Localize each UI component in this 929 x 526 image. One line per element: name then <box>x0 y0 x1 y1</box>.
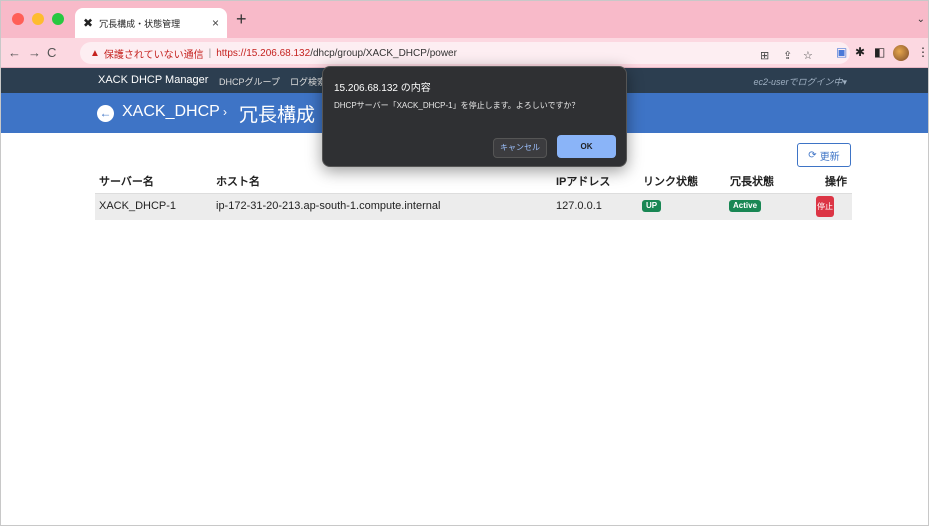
link-status-badge: UP <box>642 200 662 212</box>
side-panel-icon[interactable]: ◧ <box>874 45 885 59</box>
reload-icon[interactable]: C <box>47 45 56 60</box>
tab-search-icon[interactable]: ⌄ <box>917 14 925 25</box>
page-title: XACK_DHCP <box>122 103 220 120</box>
close-window-button[interactable] <box>12 13 24 25</box>
dialog-title: 15.206.68.132 の内容 <box>334 83 431 94</box>
profile-avatar[interactable] <box>893 45 909 61</box>
back-arrow-icon[interactable]: ← <box>8 45 21 60</box>
url-host: https://15.206.68.132 <box>216 47 311 59</box>
app-brand[interactable]: XACK DHCP Manager <box>98 74 208 86</box>
url-separator: | <box>208 47 212 59</box>
nav-log-search[interactable]: ログ検索 <box>290 75 326 88</box>
column-header-link: リンク状態 <box>643 176 698 188</box>
column-header-host: ホスト名 <box>216 176 260 188</box>
maximize-window-button[interactable] <box>52 13 64 25</box>
url-path: /dhcp/group/XACK_DHCP/power <box>310 47 457 59</box>
extension-icon[interactable]: ▣ <box>836 45 847 59</box>
ok-button[interactable]: OK <box>557 135 616 158</box>
cell-ip-address: 127.0.0.1 <box>556 200 602 212</box>
tools-icon: ✖ <box>83 16 94 30</box>
stop-server-button[interactable]: 停止 <box>816 196 834 217</box>
column-header-action: 操作 <box>825 176 847 188</box>
browser-tab[interactable]: ✖ 冗長構成・状態管理 × <box>75 8 227 38</box>
new-tab-button[interactable]: + <box>236 10 247 28</box>
refresh-label: 更新 <box>819 151 840 163</box>
translate-icon[interactable]: ⊞ <box>760 49 769 62</box>
security-warning-label: 保護されていない通信 <box>103 49 204 61</box>
refresh-icon: ⟳ <box>808 149 817 161</box>
browser-menu-icon[interactable]: ⋮ <box>917 45 929 59</box>
column-header-ip: IPアドレス <box>556 176 611 188</box>
address-bar: ← → C ▲ 保護されていない通信 | https://15.206.68.1… <box>0 38 929 68</box>
tab-title: 冗長構成・状態管理 <box>99 18 181 29</box>
minimize-window-button[interactable] <box>32 13 44 25</box>
url-input[interactable]: ▲ 保護されていない通信 | https://15.206.68.132 /dh… <box>80 42 850 64</box>
cell-server-name: XACK_DHCP-1 <box>99 200 177 212</box>
window-controls <box>12 13 64 25</box>
confirm-dialog: 15.206.68.132 の内容 DHCPサーバー「XACK_DHCP-1」を… <box>322 66 627 167</box>
nav-dhcp-groups[interactable]: DHCPグループ <box>219 75 280 88</box>
breadcrumb-separator: › <box>223 105 227 119</box>
back-circle-icon[interactable]: ← <box>97 105 114 122</box>
browser-tab-strip: ✖ 冗長構成・状態管理 × + ⌄ <box>0 0 929 38</box>
bookmark-star-icon[interactable]: ☆ <box>803 49 813 62</box>
refresh-button[interactable]: ⟳ 更新 <box>797 143 851 167</box>
puzzle-icon[interactable]: ✱ <box>855 45 865 59</box>
page-subtitle: 冗長構成 <box>239 105 316 126</box>
user-menu[interactable]: ec2-userでログイン中▾ <box>753 75 847 88</box>
warning-icon: ▲ <box>90 47 100 59</box>
column-header-server: サーバー名 <box>99 176 154 188</box>
forward-arrow-icon[interactable]: → <box>28 45 41 60</box>
column-header-redundancy: 冗長状態 <box>730 176 774 188</box>
redundancy-status-badge: Active <box>729 200 762 212</box>
tab-close-icon[interactable]: × <box>212 16 219 30</box>
cell-host-name: ip-172-31-20-213.ap-south-1.compute.inte… <box>216 200 441 212</box>
cancel-button[interactable]: キャンセル <box>493 138 547 158</box>
dialog-message: DHCPサーバー「XACK_DHCP-1」を停止します。よろしいですか？ <box>334 101 580 110</box>
share-icon[interactable]: ⇪ <box>783 49 792 62</box>
